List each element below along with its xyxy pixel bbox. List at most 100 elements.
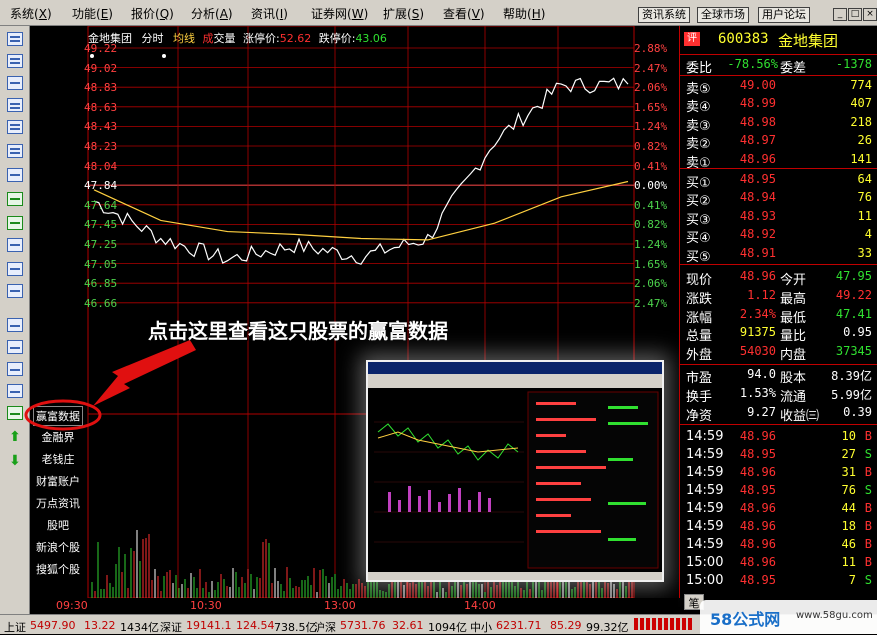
buy-price: 48.94	[739, 190, 776, 205]
legend-view: 分时	[141, 32, 164, 45]
wave-icon[interactable]	[7, 340, 23, 354]
stat-value: 91375	[739, 325, 776, 340]
tick-row: 14:59 48.96 10 B	[684, 428, 874, 446]
fund-value: 5.99亿	[831, 387, 872, 402]
stat-label: 最低	[780, 310, 807, 326]
line-chart-icon[interactable]	[7, 76, 23, 90]
stat-label: 总量	[686, 329, 713, 345]
sina-stock-button[interactable]: 新浪个股	[33, 538, 83, 558]
user-forum-button[interactable]: 用户论坛	[758, 7, 810, 23]
stat-value: 54030	[739, 344, 776, 359]
menu-5[interactable]: 证券网(W)	[311, 5, 368, 22]
chart-legend: 金地集团 分时 均线 成交量 涨停价:52.62 跌停价:43.06	[88, 30, 387, 46]
jrj-button[interactable]: 金融界	[33, 428, 83, 448]
pct-tick-label: 1.65%	[634, 257, 668, 271]
time-label: 13:00	[324, 599, 356, 612]
pct-tick-label: 2.06%	[634, 277, 668, 291]
legend-limit-down-label: 跌停价:	[318, 32, 356, 45]
menu-4[interactable]: 资讯(I)	[251, 5, 288, 22]
stat-row: 外盘 54030 内盘 37345	[684, 343, 874, 364]
hs-label: 沪深	[314, 621, 336, 634]
close-button[interactable]: ×	[863, 8, 877, 21]
news-icon[interactable]	[7, 238, 23, 252]
fundamental-row: 净资 9.27 收益㈢ 0.39	[684, 404, 874, 424]
menu-label: 资讯	[251, 7, 276, 21]
tick-price: 48.96	[739, 519, 776, 533]
global-market-button[interactable]: 全球市场	[697, 7, 749, 23]
price-tick-label: 49.22	[84, 42, 118, 55]
menu-8[interactable]: 帮助(H)	[503, 5, 545, 22]
legend-vol-a: 成	[202, 32, 214, 45]
tick-volume: 31	[841, 465, 856, 479]
export-icon[interactable]	[7, 406, 23, 420]
sell-label: 卖⑤	[686, 82, 711, 97]
maximize-button[interactable]: □	[848, 8, 862, 21]
legend-limit-up: 52.62	[279, 32, 312, 45]
document-icon[interactable]	[7, 168, 23, 182]
tick-side: B	[864, 465, 872, 479]
menu-6[interactable]: 扩展(S)	[383, 5, 424, 22]
kline-icon[interactable]	[7, 98, 23, 112]
quote-list-icon[interactable]	[7, 32, 23, 46]
embedded-screenshot-image	[368, 362, 662, 580]
menu-hotkey: Q	[159, 7, 170, 21]
winfu-data-button[interactable]: 赢富数据	[33, 406, 83, 426]
laoqianzhuang-button[interactable]: 老钱庄	[33, 450, 83, 470]
avg-line	[93, 180, 629, 241]
trend-icon[interactable]	[7, 318, 23, 332]
tick-volume: 7	[848, 573, 856, 587]
sell-price: 48.96	[739, 151, 776, 166]
users-icon[interactable]	[7, 216, 23, 230]
tick-volume: 76	[841, 483, 856, 497]
sell-price: 48.97	[739, 133, 776, 148]
stat-row: 现价 48.96 今开 47.95	[684, 268, 874, 288]
buy-level-row: 买⑤ 48.91 33	[684, 245, 874, 265]
table-icon[interactable]	[7, 54, 23, 68]
menu-0[interactable]: 系统(X)	[10, 5, 52, 22]
etf-icon[interactable]	[7, 284, 23, 298]
guba-button[interactable]: 股吧	[33, 516, 83, 536]
stat-label: 最高	[780, 291, 807, 307]
arrow-down-icon[interactable]: ⬇	[7, 454, 23, 468]
wb-value: -78.56%	[727, 57, 778, 71]
menu-bar: 系统(X) 功能(E) 报价(Q) 分析(A) 资讯(I) 证券网(W) 扩展(S) 查看(V…	[0, 0, 877, 26]
menu-3[interactable]: 分析(A)	[191, 5, 233, 22]
stat-label: 现价	[686, 273, 713, 288]
news-system-button[interactable]: 资讯系统	[638, 7, 690, 23]
sz-change: 124.54	[236, 619, 275, 632]
sell-level-row: 卖⑤ 49.00 774	[684, 77, 874, 97]
percent-icon[interactable]	[7, 384, 23, 398]
tick-time: 14:59	[686, 429, 724, 444]
wealth-account-button[interactable]: 财富账户	[33, 472, 83, 492]
sz-label: 深证	[160, 621, 182, 634]
list-icon[interactable]	[7, 144, 23, 158]
legend-limit-down: 43.06	[355, 32, 387, 45]
wandian-news-button[interactable]: 万点资讯	[33, 494, 83, 514]
price-tick-label: 46.66	[84, 296, 118, 310]
report-icon[interactable]	[7, 120, 23, 134]
buy-volume: 76	[857, 190, 872, 205]
menu-paren: )	[227, 7, 233, 21]
buy-level-row: 买④ 48.92 4	[684, 226, 874, 246]
stat-value: 0.95	[843, 325, 872, 340]
stat-row: 总量 91375 量比 0.95	[684, 324, 874, 345]
bar-chart-icon[interactable]	[7, 362, 23, 376]
menu-2[interactable]: 报价(Q)	[131, 5, 174, 22]
minimize-button[interactable]: _	[833, 8, 847, 21]
menu-1[interactable]: 功能(E)	[72, 5, 113, 22]
sell-level-row: 卖③ 48.98 218	[684, 114, 874, 134]
tick-price: 48.96	[739, 429, 776, 443]
sell-label: 卖④	[686, 100, 711, 116]
tick-row: 14:59 48.95 76 S	[684, 482, 874, 500]
arrow-up-icon[interactable]: ⬆	[7, 430, 23, 444]
folder-icon[interactable]	[7, 192, 23, 206]
pct-tick-label: 2.47%	[634, 296, 668, 310]
fund-value: 9.27	[747, 404, 776, 419]
menu-7[interactable]: 查看(V)	[443, 5, 485, 22]
stat-label: 外盘	[686, 348, 713, 364]
mobile-icon[interactable]	[7, 262, 23, 276]
sell-volume: 407	[850, 96, 872, 111]
sz-amount: 738.5亿	[274, 621, 317, 634]
price-tick-label: 48.83	[84, 81, 118, 95]
sohu-stock-button[interactable]: 搜狐个股	[33, 560, 83, 580]
